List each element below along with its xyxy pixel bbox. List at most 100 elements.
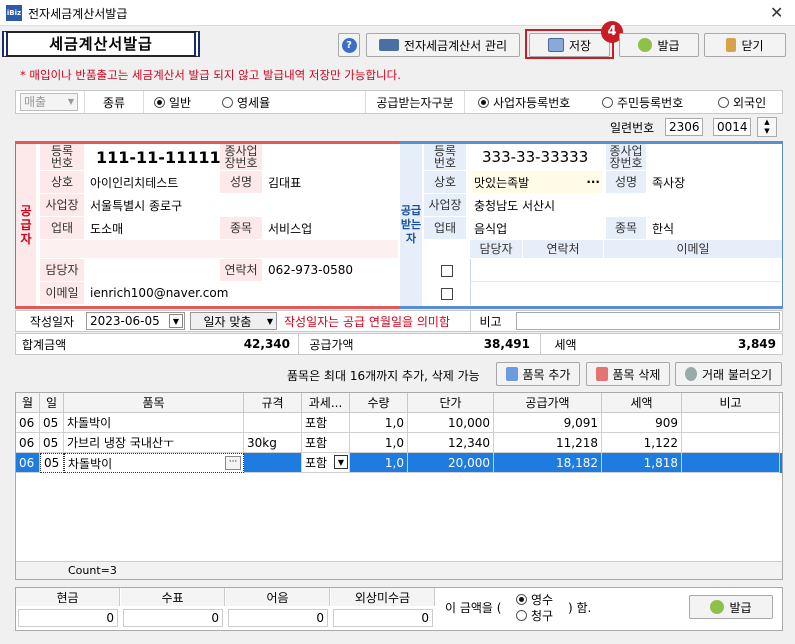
date-fit-select[interactable]: 일자 맞춤 ▼ [190, 312, 277, 330]
recv-foreign-radio[interactable]: 외국인 [718, 91, 766, 113]
chevron-down-icon[interactable]: ▼ [334, 455, 348, 469]
serial-spinner[interactable]: ▲ ▼ [757, 117, 777, 137]
receiver-contact-rows[interactable] [470, 259, 782, 305]
table-cell-text: 06 [19, 415, 35, 430]
serial-part2[interactable]: 0014 [713, 118, 751, 136]
grid-header-cell[interactable]: 공급가액 [494, 393, 602, 413]
grid-header-cell[interactable]: 품목 [64, 393, 244, 413]
table-cell[interactable] [682, 413, 780, 433]
close-button[interactable]: 닫기 [704, 33, 786, 57]
issue-button[interactable]: 발급 [619, 33, 699, 57]
grid-header-cell[interactable]: 과세... [302, 393, 350, 413]
table-cell[interactable]: 9,091 [494, 413, 602, 433]
receiver-reg-no[interactable]: 333-33-33333 [482, 144, 588, 170]
receiver-type[interactable]: 음식업 [474, 217, 507, 239]
table-cell[interactable]: 18,182 [494, 453, 602, 473]
date-picker[interactable]: 2023-06-05 ▼ [86, 312, 185, 330]
table-cell[interactable] [244, 413, 302, 433]
date-value: 2023-06-05 [90, 314, 160, 328]
calendar-dropdown-icon[interactable]: ▼ [169, 314, 183, 328]
table-cell[interactable]: 20,000 [408, 453, 494, 473]
bottom-issue-button[interactable]: 발급 [689, 595, 773, 619]
grid-header-cell[interactable]: 단가 [408, 393, 494, 413]
table-cell[interactable]: 05 [40, 433, 64, 453]
receiver-ceo[interactable]: 족사장 [652, 171, 685, 193]
note-input[interactable] [516, 312, 780, 330]
supplier-addr[interactable]: 서울특별시 종로구 [90, 194, 182, 216]
cash-input[interactable]: 0 [18, 609, 118, 627]
table-cell[interactable]: 1,0 [350, 453, 408, 473]
grid-header-cell[interactable]: 월 [16, 393, 40, 413]
credit-input[interactable]: 0 [333, 609, 433, 627]
supplier-ceo[interactable]: 김대표 [268, 171, 301, 193]
table-cell[interactable]: 06 [16, 433, 40, 453]
table-cell[interactable]: 06 [16, 453, 40, 473]
promissory-input[interactable]: 0 [228, 609, 328, 627]
table-cell[interactable] [682, 453, 780, 473]
table-cell[interactable]: 05 [40, 413, 64, 433]
receiver-contact2-checkbox[interactable] [441, 288, 453, 300]
grid-header-row: 월 일 품목 규격 과세... 수량 단가 공급가액 세액 비고 [16, 393, 782, 413]
table-cell[interactable]: 포함 ▼ [302, 453, 350, 473]
add-item-button[interactable]: 품목 추가 [496, 362, 580, 386]
load-trade-button[interactable]: 거래 불러오기 [675, 362, 782, 386]
trade-select[interactable]: 매출 ▼ [20, 93, 78, 111]
supplier-phone[interactable]: 062-973-0580 [268, 259, 353, 281]
receiver-name[interactable]: 맛있는족발 ··· [472, 171, 602, 193]
table-cell[interactable]: 1,122 [602, 433, 682, 453]
table-cell-text: 12,340 [448, 435, 490, 450]
serial-part1[interactable]: 2306 [665, 118, 703, 136]
table-cell[interactable]: 1,0 [350, 413, 408, 433]
table-cell[interactable]: 포함 [302, 413, 350, 433]
grid-header-cell[interactable]: 일 [40, 393, 64, 413]
table-cell[interactable]: 11,218 [494, 433, 602, 453]
spin-down-icon[interactable]: ▼ [758, 127, 776, 136]
table-row[interactable]: 06 05 차돌박이 포함 1,0 10,000 9,091 909 [16, 413, 782, 433]
table-cell[interactable]: 10,000 [408, 413, 494, 433]
grid-header-cell[interactable]: 비고 [682, 393, 780, 413]
table-cell[interactable] [244, 453, 302, 473]
table-cell[interactable]: 1,0 [350, 433, 408, 453]
table-cell[interactable]: 30kg [244, 433, 302, 453]
recv-resident-radio[interactable]: 주민등록번호 [602, 91, 683, 113]
save-button[interactable]: 저장 [529, 33, 610, 57]
table-cell[interactable]: 909 [602, 413, 682, 433]
table-cell[interactable] [682, 433, 780, 453]
table-cell[interactable]: 12,340 [408, 433, 494, 453]
lookup-button[interactable]: ··· [586, 175, 600, 189]
help-button[interactable]: ? [338, 33, 360, 57]
receipt-radio[interactable]: 영수 [516, 591, 553, 607]
table-cell[interactable]: 1,818 [602, 453, 682, 473]
supplier-type[interactable]: 도소매 [90, 217, 123, 239]
table-row[interactable]: 06 05 차돌박이 ··· 포함 ▼ 1,0 20,000 18,182 1,818 [16, 453, 782, 473]
recv-biz-radio[interactable]: 사업자등록번호 [478, 91, 570, 113]
table-cell[interactable]: 가브리 냉장 국내산ㅜ [64, 433, 244, 453]
supplier-email[interactable]: ienrich100@naver.com [90, 282, 228, 304]
grid-header-cell[interactable]: 세액 [602, 393, 682, 413]
table-cell[interactable]: 차돌박이 [64, 413, 244, 433]
window-close-icon[interactable]: ✕ [770, 3, 783, 22]
delete-item-button[interactable]: 품목 삭제 [586, 362, 670, 386]
supplier-item[interactable]: 서비스업 [268, 217, 312, 239]
receiver-addr[interactable]: 충청남도 서산시 [474, 194, 555, 216]
claim-radio[interactable]: 청구 [516, 607, 553, 623]
table-cell[interactable]: 05 [40, 453, 64, 473]
grid-header-cell[interactable]: 규격 [244, 393, 302, 413]
table-cell[interactable]: 06 [16, 413, 40, 433]
supplier-name[interactable]: 아이인리치테스트 [90, 171, 178, 193]
table-cell[interactable]: 차돌박이 ··· [64, 453, 244, 473]
grid-header-cell[interactable]: 수량 [350, 393, 408, 413]
table-row[interactable]: 06 05 가브리 냉장 국내산ㅜ 30kg 포함 1,0 12,340 11,218 1,12… [16, 433, 782, 453]
manage-button[interactable]: 전자세금계산서 관리 [366, 33, 520, 57]
check-input[interactable]: 0 [123, 609, 223, 627]
table-cell-text: 30kg [247, 435, 277, 450]
kind-general-radio[interactable]: 일반 [154, 91, 191, 113]
lookup-button[interactable]: ··· [225, 456, 241, 470]
spin-up-icon[interactable]: ▲ [758, 118, 776, 127]
table-cell[interactable]: 포함 [302, 433, 350, 453]
kind-zero-radio[interactable]: 영세율 [222, 91, 270, 113]
receiver-item[interactable]: 한식 [652, 217, 674, 239]
supplier-reg-no[interactable]: 111-11-11111 [96, 144, 221, 170]
receiver-contact1-checkbox[interactable] [441, 265, 453, 277]
tax-label: 세액 [540, 334, 590, 354]
